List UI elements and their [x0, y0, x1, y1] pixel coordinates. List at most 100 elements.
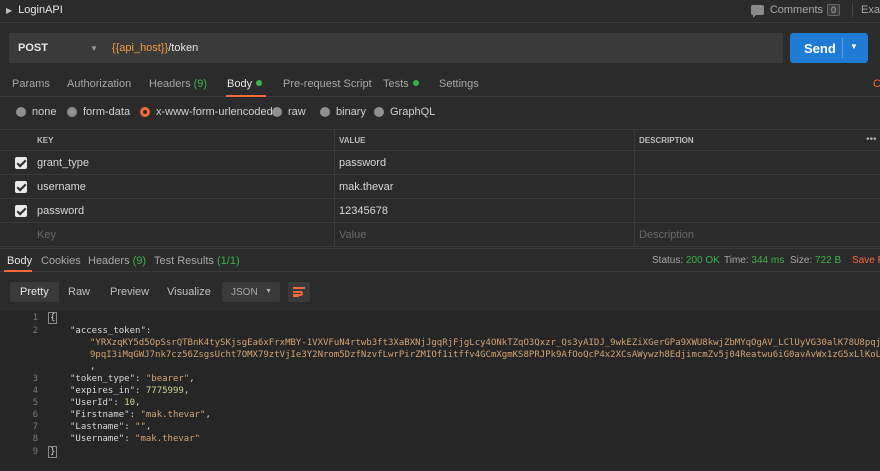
tab-response-cookies[interactable]: Cookies	[41, 255, 81, 267]
param-value[interactable]: mak.thevar	[339, 175, 393, 198]
json-key: "Username"	[70, 434, 125, 444]
more-options-icon[interactable]: •••	[866, 134, 877, 145]
radio-graphql[interactable]: GraphQL	[374, 106, 435, 118]
tab-body[interactable]: Body	[227, 78, 263, 90]
save-response-button[interactable]: Save R	[852, 255, 880, 266]
radio-label: raw	[288, 106, 306, 118]
json-string: "mak.thevar"	[135, 434, 201, 444]
wrap-lines-button[interactable]	[288, 282, 310, 302]
send-label: Send	[804, 40, 836, 56]
radio-binary[interactable]: binary	[320, 106, 366, 118]
tab-params[interactable]: Params	[12, 78, 50, 90]
tab-tests[interactable]: Tests	[383, 78, 419, 90]
json-number: 7775999	[145, 386, 184, 396]
comments-icon[interactable]	[750, 5, 764, 18]
view-pretty-button[interactable]: Pretty	[10, 282, 59, 302]
json-number: 10	[124, 398, 136, 408]
column-divider	[334, 223, 335, 246]
radio-icon	[16, 107, 26, 117]
new-value-input[interactable]: Value	[339, 223, 366, 246]
examples-button[interactable]: Exa	[861, 4, 880, 16]
divider	[0, 22, 880, 23]
radio-icon	[272, 107, 282, 117]
tab-prerequest-script[interactable]: Pre-request Script	[283, 78, 372, 90]
send-button[interactable]: Send ▼	[790, 33, 868, 63]
response-size: Size: 722 B	[790, 255, 841, 266]
param-value[interactable]: password	[339, 151, 386, 174]
row-checkbox[interactable]	[15, 181, 27, 193]
code-line: "expires_in": 7775999,	[70, 386, 190, 396]
format-select[interactable]: JSON ▼	[222, 282, 280, 302]
view-preview-button[interactable]: Preview	[100, 282, 159, 302]
param-key[interactable]: password	[37, 199, 84, 222]
tab-response-body[interactable]: Body	[7, 255, 32, 267]
radio-none[interactable]: none	[16, 106, 56, 118]
radio-label: x-www-form-urlencoded	[156, 106, 273, 118]
code-line: "Lastname": "",	[70, 422, 152, 432]
code-line: {	[48, 312, 58, 324]
method-select[interactable]: POST	[18, 42, 78, 54]
line-number: 3	[32, 374, 38, 384]
param-value[interactable]: 12345678	[339, 199, 388, 222]
tab-headers[interactable]: Headers (9)	[149, 78, 207, 90]
column-divider	[634, 199, 635, 222]
url-input[interactable]: {{api_host}}/token	[112, 42, 198, 54]
radio-raw[interactable]: raw	[272, 106, 306, 118]
column-divider	[334, 199, 335, 222]
column-divider[interactable]	[334, 130, 335, 150]
new-key-input[interactable]: Key	[37, 223, 56, 246]
radio-label: form-data	[83, 106, 131, 118]
chevron-down-icon[interactable]: ▼	[90, 44, 98, 53]
tab-authorization[interactable]: Authorization	[67, 78, 131, 90]
request-name[interactable]: LoginAPI	[18, 4, 63, 16]
time-label: Time:	[724, 255, 749, 266]
column-divider[interactable]	[634, 130, 635, 150]
cookies-link[interactable]: C	[873, 78, 880, 90]
table-header: KEY VALUE DESCRIPTION •••	[0, 129, 880, 151]
wrap-icon	[293, 287, 305, 289]
row-checkbox[interactable]	[15, 157, 27, 169]
tab-label: Body	[227, 78, 253, 90]
new-description-input[interactable]: Description	[639, 223, 694, 246]
request-tabs: Params Authorization Headers (9) Body Pr…	[0, 73, 880, 97]
response-time: Time: 344 ms	[724, 255, 784, 266]
table-row: grant_type password	[0, 151, 880, 175]
json-string: "YRXzqKY5d5OpSsrQTBnK4tySKjsgEa6xFrxMBY-…	[90, 338, 880, 348]
tab-response-headers[interactable]: Headers (9)	[88, 255, 146, 267]
column-divider	[334, 175, 335, 198]
tab-settings[interactable]: Settings	[439, 78, 479, 90]
table-row: username mak.thevar	[0, 175, 880, 199]
wrap-icon-part	[293, 295, 299, 297]
format-value: JSON	[231, 286, 258, 298]
json-string: 9pqI3iMqGWJ7nk7cz56ZsgsUcht7OMX79ztVjIe3…	[90, 350, 880, 360]
param-key[interactable]: username	[37, 175, 86, 198]
json-key: "access_token"	[70, 326, 146, 336]
comments-button[interactable]: Comments	[770, 4, 823, 16]
column-divider	[634, 175, 635, 198]
row-checkbox[interactable]	[15, 205, 27, 217]
collapse-caret-icon[interactable]: ▶	[6, 6, 12, 15]
radio-x-www-form-urlencoded[interactable]: x-www-form-urlencoded	[140, 106, 273, 118]
response-body-viewer[interactable]: 1 { 2 "access_token": "YRXzqKY5d5OpSsrQT…	[0, 311, 880, 471]
json-string: "bearer"	[145, 374, 190, 384]
table-row-new: Key Value Description	[0, 223, 880, 247]
code-line: "Firstname": "mak.thevar",	[70, 410, 211, 420]
title-bar: ▶ LoginAPI Comments 0 Exa	[0, 0, 880, 20]
code-line: ,	[90, 362, 96, 372]
radio-label: GraphQL	[390, 106, 436, 118]
view-raw-button[interactable]: Raw	[58, 282, 100, 302]
url-path: /token	[168, 42, 199, 54]
column-header-value: VALUE	[339, 135, 366, 145]
tab-test-results[interactable]: Test Results (1/1)	[154, 255, 240, 267]
divider	[842, 38, 843, 58]
chevron-down-icon[interactable]: ▼	[850, 42, 858, 51]
view-visualize-button[interactable]: Visualize	[157, 282, 221, 302]
radio-form-data[interactable]: form-data	[67, 106, 130, 118]
chevron-down-icon: ▼	[265, 288, 272, 295]
column-divider	[634, 151, 635, 174]
headers-count: (9)	[193, 78, 208, 90]
body-type-selector: none form-data x-www-form-urlencoded raw…	[0, 103, 880, 123]
param-key[interactable]: grant_type	[37, 151, 89, 174]
json-key: "UserId"	[70, 398, 114, 408]
brace: }	[48, 446, 58, 458]
